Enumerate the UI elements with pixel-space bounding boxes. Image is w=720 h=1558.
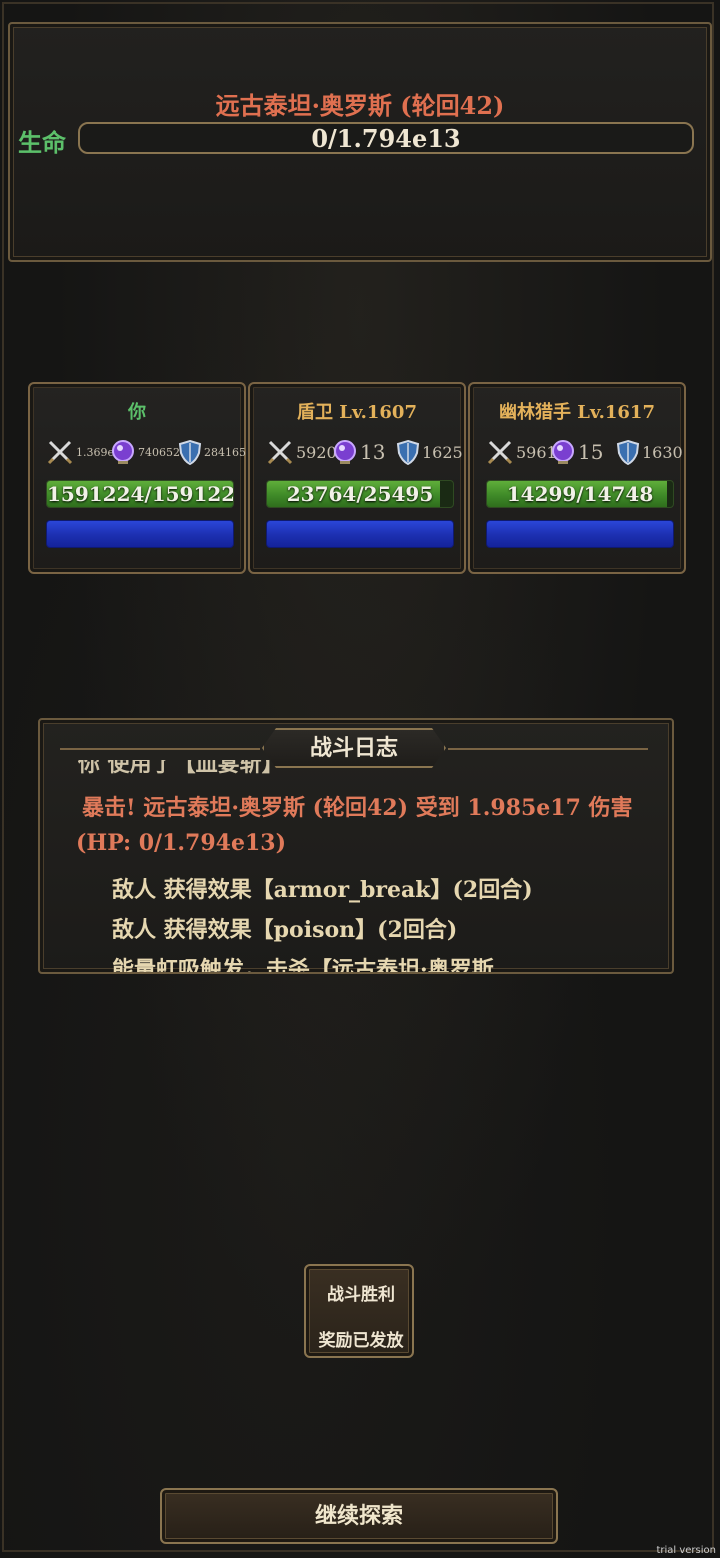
log-line-partial-bottom: 能量虹吸触发，击杀【远古泰坦·奥罗斯 — [112, 957, 494, 974]
battle-log-title-plate: 战斗日志 — [262, 728, 446, 768]
attack-value: 5920 — [296, 442, 337, 462]
party-mp-bar — [46, 520, 234, 548]
log-line-effect: 敌人 获得效果【poison】(2回合) — [112, 917, 458, 943]
party-hp-text: 1591224/1591224 — [47, 482, 234, 506]
log-title-ornament-left — [60, 748, 260, 750]
party-hp-bar: 23764/25495 — [266, 480, 454, 508]
defense-stat: 1630 — [616, 436, 683, 468]
shield-icon — [396, 439, 420, 465]
party-card-shield-guard[interactable]: 盾卫 Lv.1607 5920 13 1625 23764/25495 — [248, 382, 466, 574]
boss-hp-label: 生命 — [18, 128, 66, 157]
party-name: 盾卫 Lv.1607 — [297, 402, 417, 423]
crossed-swords-icon — [266, 438, 294, 466]
boss-name: 远古泰坦·奥罗斯 (轮回42) — [215, 91, 505, 120]
shield-icon — [178, 439, 202, 465]
crossed-swords-icon — [486, 438, 514, 466]
magic-stat: 15 — [550, 436, 603, 468]
magic-value: 13 — [360, 440, 386, 464]
party-name: 幽林猎手 Lv.1617 — [499, 402, 655, 423]
defense-stat: 1625 — [396, 436, 463, 468]
attack-stat: 5961 — [486, 436, 557, 468]
victory-title: 战斗胜利 — [327, 1285, 395, 1305]
reward-status: 奖励已发放 — [318, 1331, 404, 1351]
defense-value: 1630 — [642, 442, 683, 462]
party-card-you[interactable]: 你 1.369e14 740652 284165 1591224/1591224 — [28, 382, 246, 574]
defense-value: 1625 — [422, 442, 463, 462]
log-line-partial-top: 你 使用了【血宴斩】 — [78, 751, 284, 777]
continue-explore-button[interactable]: 继续探索 — [160, 1488, 558, 1544]
party-mp-bar — [266, 520, 454, 548]
boss-hp-text: 0/1.794e13 — [311, 124, 461, 153]
continue-explore-label: 继续探索 — [314, 1503, 403, 1529]
party-hp-text: 14299/14748 — [506, 482, 654, 506]
magic-stat: 13 — [332, 436, 385, 468]
magic-value: 15 — [578, 440, 604, 464]
watermark: trial version — [656, 1545, 716, 1556]
victory-box: 战斗胜利 奖励已发放 — [304, 1264, 414, 1358]
crossed-swords-icon — [46, 438, 74, 466]
battle-log-title: 战斗日志 — [309, 735, 398, 761]
log-line-effect: 敌人 获得效果【armor_break】(2回合) — [112, 877, 533, 903]
attack-stat: 1.369e14 — [46, 436, 128, 468]
magic-stat: 740652 — [110, 436, 180, 468]
defense-value: 284165 — [204, 445, 246, 459]
defense-stat: 284165 — [178, 436, 246, 468]
magic-value: 740652 — [138, 445, 180, 459]
party-name: 你 — [128, 402, 146, 423]
attack-stat: 5920 — [266, 436, 337, 468]
purple-orb-icon — [332, 439, 358, 465]
party-card-forest-hunter[interactable]: 幽林猎手 Lv.1617 5961 15 1630 14299/14748 — [468, 382, 686, 574]
attack-value: 1.369e14 — [76, 445, 128, 459]
party-hp-bar: 14299/14748 — [486, 480, 674, 508]
log-line-crit: 暴击! 远古泰坦·奥罗斯 (轮回42) 受到 1.985e17 伤害 — [82, 795, 633, 821]
party-mp-bar — [486, 520, 674, 548]
party-hp-bar: 1591224/1591224 — [46, 480, 234, 508]
log-line-crit-hp: (HP: 0/1.794e13) — [76, 830, 286, 856]
log-title-ornament-right — [448, 748, 648, 750]
purple-orb-icon — [550, 439, 576, 465]
purple-orb-icon — [110, 439, 136, 465]
shield-icon — [616, 439, 640, 465]
party-hp-text: 23764/25495 — [286, 482, 434, 506]
